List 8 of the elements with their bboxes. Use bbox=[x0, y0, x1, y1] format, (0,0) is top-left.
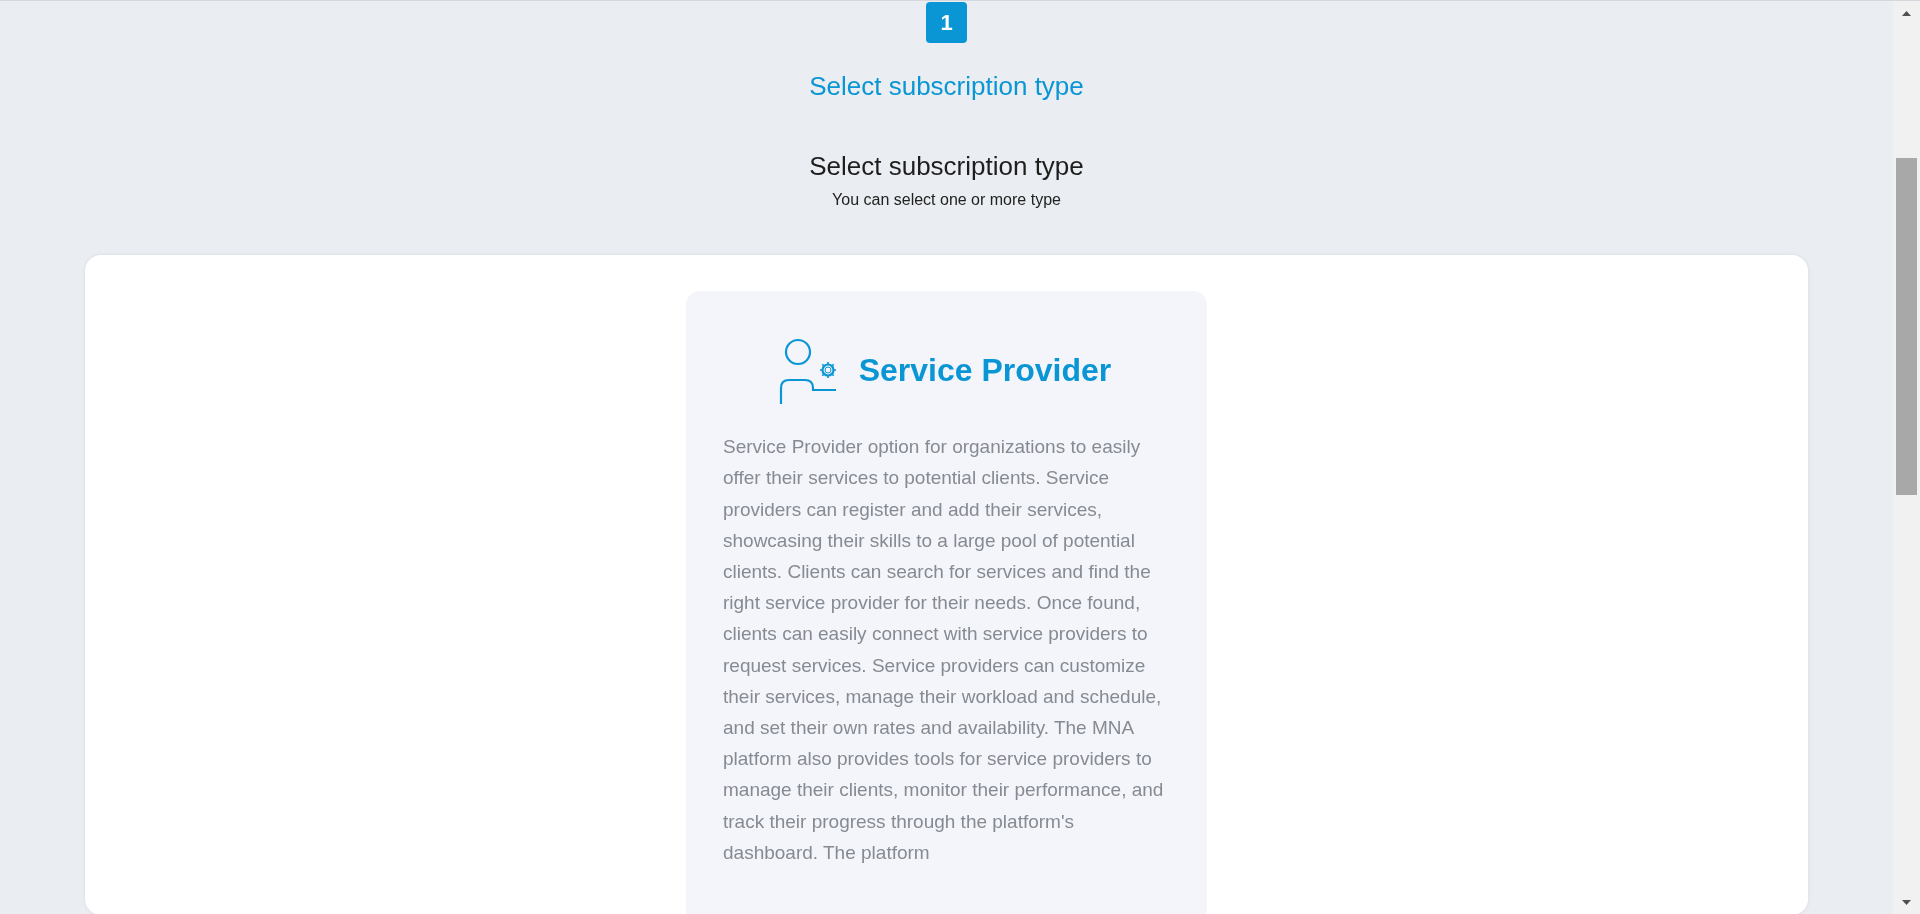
page-subtitle: You can select one or more type bbox=[832, 190, 1061, 211]
option-card[interactable] bbox=[686, 291, 1207, 914]
page-title: Select subscription type bbox=[809, 151, 1084, 183]
option-title: Service Provider bbox=[858, 351, 1112, 391]
scrollbar[interactable] bbox=[1893, 1, 1920, 914]
step-label: Select subscription type bbox=[809, 70, 1084, 103]
step-number: 1 bbox=[926, 2, 967, 43]
option-description: Service Provider option for organizations to easily offer their services to potential clients. Service providers can register and add their services, showcasing their skills to a large pool of potential clients. Clients can search for services and find the right service provider for their needs. Once found, clients can easily connect with service providers to request services. Service providers can customize their services, manage their workload and schedule, and set their own rates and availability. The MNA platform also provides tools for service providers to manage their clients, monitor their performance, and track their progress through the platform's dashboard. The platform bbox=[723, 435, 1165, 865]
